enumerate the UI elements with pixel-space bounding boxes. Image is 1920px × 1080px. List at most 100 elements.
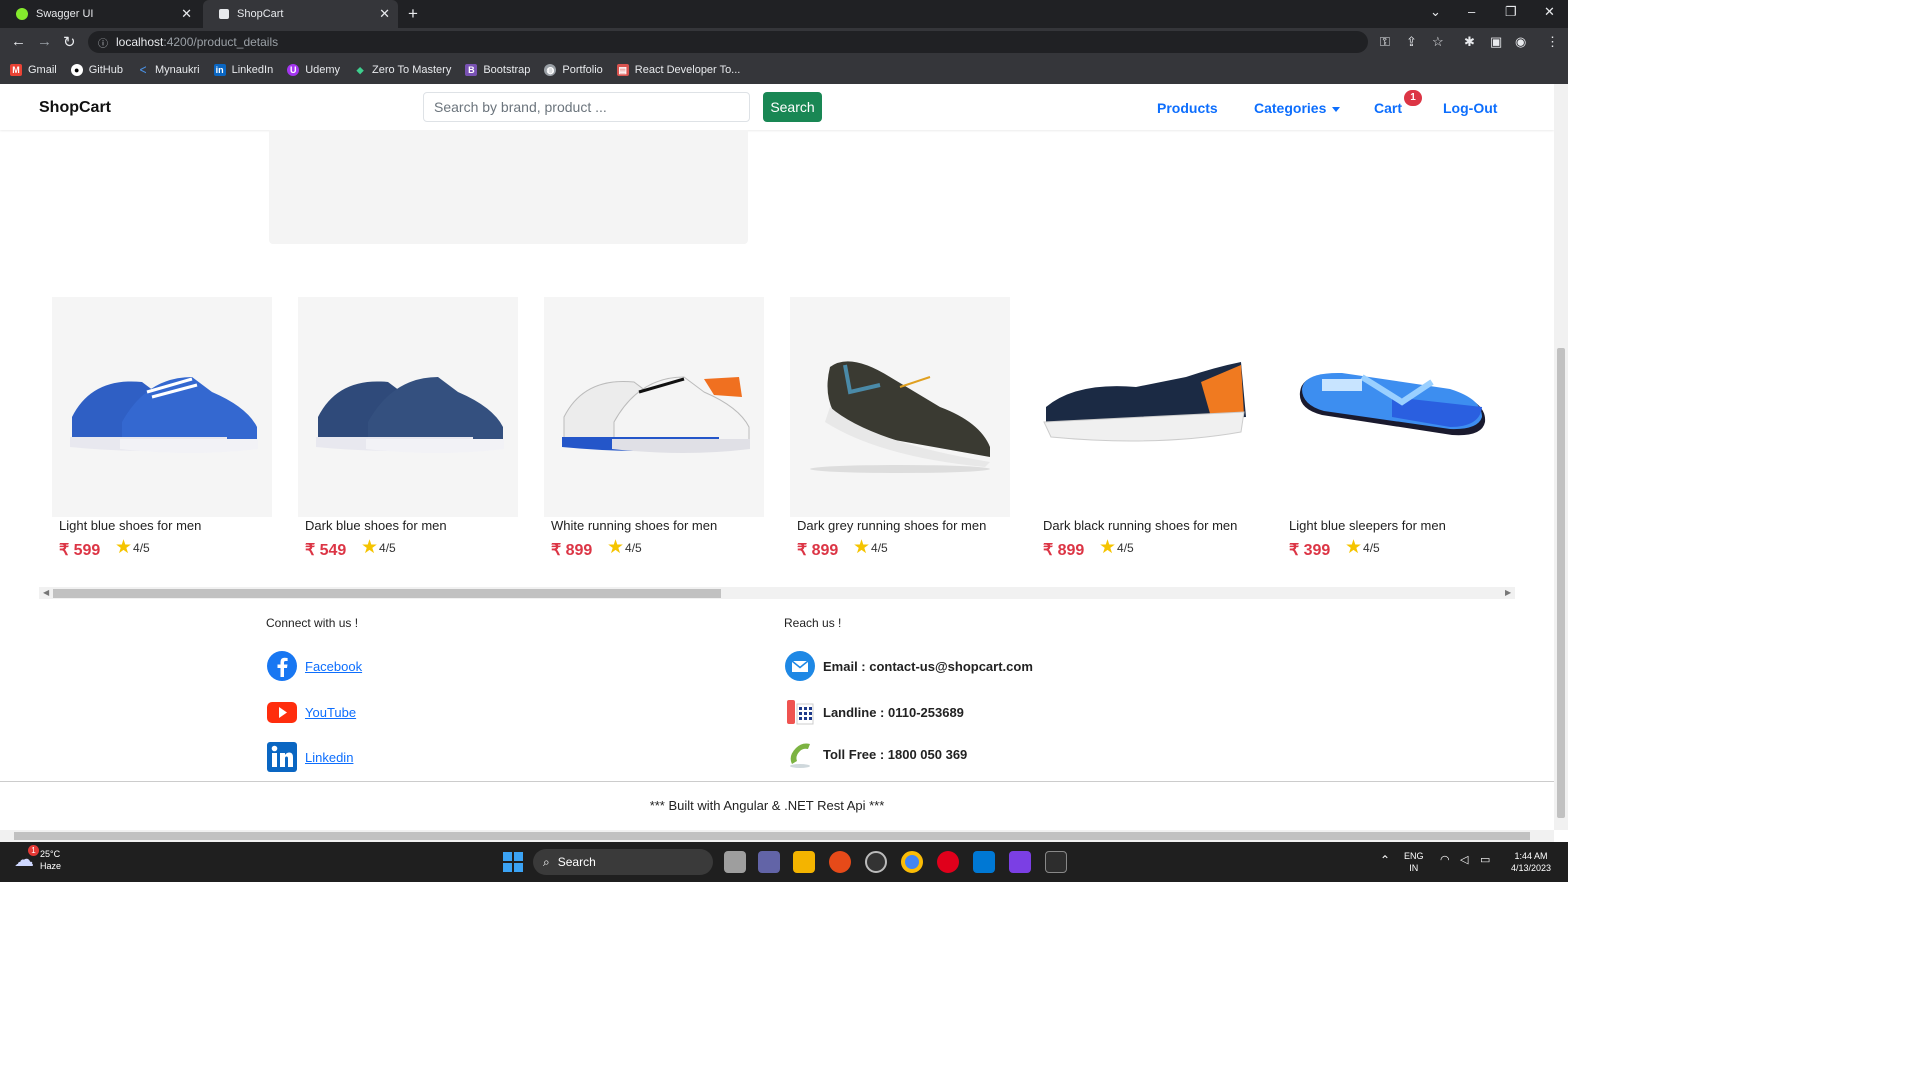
email-text: Email : contact-us@shopcart.com	[823, 658, 1033, 674]
product-image[interactable]	[298, 297, 518, 517]
bookmark-label: LinkedIn	[231, 64, 274, 76]
linkedin-link[interactable]: Linkedin	[305, 750, 353, 765]
facebook-link[interactable]: Facebook	[305, 659, 362, 674]
menu-kebab-icon[interactable]: ⋮	[1546, 34, 1559, 50]
product-image[interactable]	[52, 297, 272, 517]
search-input[interactable]	[423, 92, 750, 122]
tab-swagger-ui[interactable]: Swagger UI ✕	[0, 0, 200, 28]
minimize-button[interactable]: –	[1468, 4, 1475, 19]
tray-chevron-icon[interactable]: ⌃	[1380, 854, 1390, 866]
git-app-icon[interactable]	[829, 851, 851, 873]
nav-products-link[interactable]: Products	[1157, 100, 1218, 116]
bookmark-udemy[interactable]: U Udemy	[287, 64, 340, 76]
weather-widget[interactable]: ☁ 1 25°C Haze	[14, 845, 61, 872]
volume-icon[interactable]: ◁	[1460, 854, 1468, 866]
product-image[interactable]	[1036, 297, 1256, 517]
task-view-icon[interactable]	[724, 851, 746, 873]
battery-icon[interactable]: ▭	[1480, 854, 1490, 866]
rating-value: 4/5	[379, 541, 396, 555]
product-image[interactable]	[1282, 297, 1502, 517]
products-horizontal-scrollbar[interactable]: ◀ ▶	[39, 587, 1515, 599]
file-explorer-icon[interactable]	[793, 851, 815, 873]
bookmark-star-icon[interactable]: ☆	[1432, 34, 1444, 50]
vscode-icon[interactable]	[973, 851, 995, 873]
extensions-icon[interactable]: ✱	[1464, 34, 1475, 50]
restore-button[interactable]: ❐	[1505, 4, 1517, 20]
forward-button[interactable]: →	[37, 33, 52, 50]
close-tab-icon[interactable]: ✕	[181, 6, 192, 22]
bookmark-mynaukri[interactable]: ᐸ Mynaukri	[137, 64, 200, 76]
bookmark-label: Udemy	[305, 64, 341, 76]
share-icon[interactable]: ⇪	[1406, 34, 1417, 50]
tab-label: ShopCart	[237, 8, 284, 20]
clock[interactable]: 1:44 AM 4/13/2023	[1505, 850, 1557, 874]
nav-categories-dropdown[interactable]: Categories	[1254, 100, 1341, 116]
wifi-icon[interactable]: ◠	[1440, 854, 1450, 866]
chrome-icon[interactable]	[901, 851, 923, 873]
page-horizontal-scrollbar[interactable]	[0, 830, 1554, 842]
bookmark-zero-to-mastery[interactable]: ◆ Zero To Mastery	[354, 64, 452, 76]
email-row: Email : contact-us@shopcart.com	[784, 650, 1033, 682]
profile-avatar-icon[interactable]: ◉	[1515, 34, 1526, 50]
youtube-icon	[267, 702, 297, 723]
bookmark-label: GitHub	[88, 64, 123, 76]
related-products-row: Light blue shoes for men ₹ 599 ★ 4/5 Dark…	[52, 297, 1522, 567]
media-player-icon[interactable]	[865, 851, 887, 873]
youtube-link[interactable]: YouTube	[305, 705, 356, 720]
close-tab-icon[interactable]: ✕	[379, 6, 390, 22]
udemy-icon: U	[287, 64, 300, 76]
star-icon: ★	[607, 537, 625, 558]
close-window-button[interactable]: ✕	[1544, 4, 1555, 20]
bookmark-react-developer[interactable]: ▤ React Developer To...	[616, 64, 740, 76]
product-name: Light blue shoes for men	[59, 518, 202, 533]
bookmark-portfolio[interactable]: ◍ Portfolio	[544, 64, 603, 76]
scrollbar-thumb[interactable]	[1557, 348, 1565, 818]
scrollbar-thumb[interactable]	[14, 832, 1530, 840]
language-indicator[interactable]: ENG IN	[1404, 850, 1424, 874]
windows-taskbar: ☁ 1 25°C Haze ⌕ Search ⌃ ENG IN ◠ ◁ ▭ 1:…	[0, 842, 1568, 882]
scroll-left-arrow-icon[interactable]: ◀	[43, 588, 49, 597]
product-image[interactable]	[544, 297, 764, 517]
site-info-icon[interactable]: ⓘ	[98, 35, 108, 50]
bookmark-gmail[interactable]: M Gmail	[10, 64, 57, 76]
product-card[interactable]: White running shoes for men ₹ 899 ★ 4/5	[544, 297, 764, 567]
scroll-right-arrow-icon[interactable]: ▶	[1505, 588, 1511, 597]
product-price: ₹ 899	[551, 542, 593, 559]
bookmark-linkedin[interactable]: in LinkedIn	[213, 64, 274, 76]
windows-start-icon[interactable]	[503, 852, 523, 872]
nav-cart-link[interactable]: Cart	[1374, 100, 1402, 116]
footer-credits: *** Built with Angular & .NET Rest Api *…	[649, 798, 885, 813]
page-vertical-scrollbar[interactable]	[1554, 84, 1568, 830]
visual-studio-icon[interactable]	[1009, 851, 1031, 873]
opera-icon[interactable]	[937, 851, 959, 873]
product-card[interactable]: Dark black running shoes for men ₹ 899 ★…	[1036, 297, 1256, 567]
side-panel-icon[interactable]: ▣	[1490, 34, 1502, 50]
terminal-icon[interactable]	[1045, 851, 1067, 873]
search-button[interactable]: Search	[763, 92, 822, 122]
scrollbar-thumb[interactable]	[53, 589, 721, 598]
product-name: Dark grey running shoes for men	[797, 518, 987, 533]
swagger-favicon-icon	[16, 8, 28, 20]
key-icon[interactable]: ⚿	[1380, 34, 1390, 50]
product-card[interactable]: Dark blue shoes for men ₹ 549 ★ 4/5	[298, 297, 518, 567]
brand-logo[interactable]: ShopCart	[39, 99, 111, 117]
back-button[interactable]: ←	[11, 33, 26, 50]
tab-shopcart[interactable]: ShopCart ✕	[203, 0, 398, 28]
ztm-icon: ◆	[356, 65, 364, 75]
bookmark-bootstrap[interactable]: B Bootstrap	[465, 64, 530, 76]
reload-button[interactable]: ↻	[63, 33, 76, 51]
product-price: ₹ 549	[305, 542, 347, 559]
star-icon: ★	[115, 537, 133, 558]
product-card[interactable]: Dark grey running shoes for men ₹ 899 ★ 4…	[790, 297, 1010, 567]
address-bar[interactable]: ⓘ localhost:4200/product_details	[88, 31, 1368, 53]
teams-chat-icon[interactable]	[758, 851, 780, 873]
bookmark-github[interactable]: ● GitHub	[70, 64, 123, 76]
product-card[interactable]: Light blue shoes for men ₹ 599 ★ 4/5	[52, 297, 272, 567]
product-image[interactable]	[790, 297, 1010, 517]
taskbar-search-box[interactable]: ⌕ Search	[533, 849, 713, 875]
nav-logout-link[interactable]: Log-Out	[1443, 100, 1497, 116]
new-tab-button[interactable]: +	[408, 4, 418, 24]
product-card[interactable]: Light blue sleepers for men ₹ 399 ★ 4/5	[1282, 297, 1502, 567]
tab-search-chevron-icon[interactable]: ⌄	[1430, 4, 1441, 20]
product-detail-image-placeholder	[269, 130, 748, 244]
